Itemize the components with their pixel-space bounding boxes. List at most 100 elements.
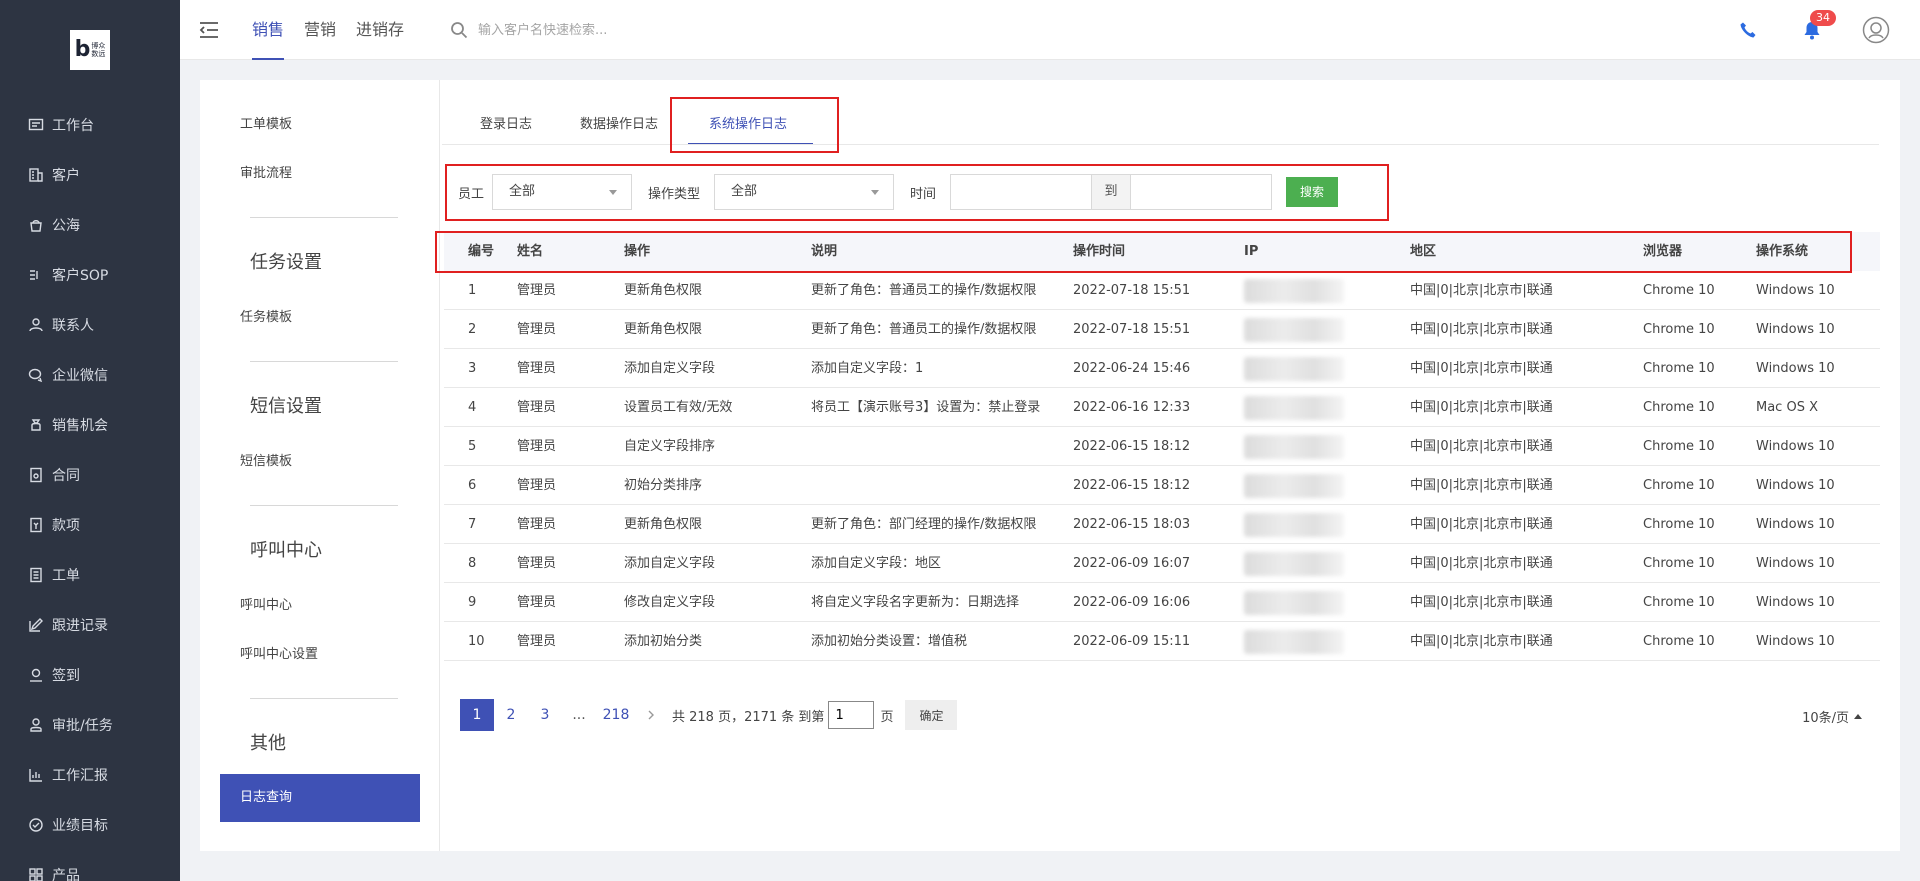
sidebar-item-label: 企业微信 <box>52 368 108 384</box>
sidebar-item-contact[interactable]: 联系人 <box>0 300 180 350</box>
page-ellipsis: ... <box>572 707 586 723</box>
cell-browser: Chrome 10 <box>1643 283 1715 298</box>
cell-browser: Chrome 10 <box>1643 322 1715 337</box>
subnav-item-approval-flow[interactable]: 审批流程 <box>240 162 292 181</box>
sidebar-item-target[interactable]: 业绩目标 <box>0 800 180 850</box>
cell-description: 添加初始分类设置：增值税 <box>811 634 968 649</box>
cell-os: Windows 10 <box>1756 517 1835 532</box>
tab-marketing[interactable]: 营销 <box>304 0 336 60</box>
subnav-section-call-center: 呼叫中心 <box>250 540 322 561</box>
tab-login-log[interactable]: 登录日志 <box>480 113 532 132</box>
cell-os: Windows 10 <box>1756 634 1835 649</box>
sidebar-item-followup[interactable]: 跟进记录 <box>0 600 180 650</box>
tab-data-operation-log[interactable]: 数据操作日志 <box>580 113 658 132</box>
sidebar-item-approval[interactable]: 审批/任务 <box>0 700 180 750</box>
sidebar-item-label: 客户SOP <box>52 268 109 284</box>
sidebar-item-wechat[interactable]: 企业微信 <box>0 350 180 400</box>
sidebar-item-label: 销售机会 <box>52 418 108 434</box>
redacted-ip <box>1244 279 1344 303</box>
cell-operation: 添加自定义字段 <box>624 556 716 571</box>
cell-name: 管理员 <box>517 595 557 610</box>
sidebar-item-report[interactable]: 工作汇报 <box>0 750 180 800</box>
user-avatar-icon[interactable] <box>1862 16 1890 44</box>
sidebar-item-label: 工单 <box>52 568 80 584</box>
pagination-summary: 共 218 页，2171 条 到第 <box>672 709 825 725</box>
sidebar-item-pool[interactable]: 公海 <box>0 200 180 250</box>
sidebar-item-workbench[interactable]: 工作台 <box>0 100 180 150</box>
contact-icon <box>29 318 43 332</box>
cell-description: 添加自定义字段：1 <box>811 361 924 376</box>
customer-search-input[interactable] <box>478 22 698 38</box>
sidebar-item-label: 签到 <box>52 668 80 684</box>
tab-sales[interactable]: 销售 <box>252 0 285 60</box>
page-size-select[interactable]: 10条/页 <box>1802 707 1862 726</box>
page-1-button[interactable]: 1 <box>460 699 494 731</box>
page-last-button[interactable]: 218 <box>596 699 636 731</box>
report-icon <box>29 769 42 782</box>
cell-name: 管理员 <box>517 439 557 454</box>
table-row: 7 管理员 更新角色权限 更新了角色：部门经理的操作/数据权限 2022-06-15 1… <box>444 505 1880 544</box>
cell-operation: 自定义字段排序 <box>624 439 716 454</box>
sidebar: b 博众 数远 工作台 客户 公海 客户SOP 联系人 企业微信 销售机会 合同… <box>0 0 180 881</box>
sidebar-nav: 工作台 客户 公海 客户SOP 联系人 企业微信 销售机会 合同 款项 工单 跟… <box>0 100 180 881</box>
subnav-item-task-template[interactable]: 任务模板 <box>240 306 292 325</box>
module-tabs: 销售 营销 进销存 <box>252 0 424 60</box>
pool-icon <box>30 220 42 232</box>
cell-name: 管理员 <box>517 283 557 298</box>
sidebar-item-customer[interactable]: 客户 <box>0 150 180 200</box>
subnav-section-sms: 短信设置 <box>250 396 322 417</box>
sidebar-item-product[interactable]: 产品 <box>0 850 180 881</box>
cell-operation: 设置员工有效/无效 <box>624 400 733 415</box>
sidebar-item-payment[interactable]: 款项 <box>0 500 180 550</box>
search-icon[interactable] <box>450 21 468 39</box>
phone-icon[interactable] <box>1734 16 1762 44</box>
sidebar-item-opportunity[interactable]: 销售机会 <box>0 400 180 450</box>
sidebar-item-ticket[interactable]: 工单 <box>0 550 180 600</box>
sidebar-item-label: 跟进记录 <box>52 618 108 634</box>
subnav-item-sms-template[interactable]: 短信模板 <box>240 450 292 469</box>
goto-page-input[interactable] <box>828 701 875 729</box>
tab-inventory[interactable]: 进销存 <box>356 0 404 60</box>
next-page-icon[interactable] <box>636 699 666 731</box>
subnav-item-call-center-settings[interactable]: 呼叫中心设置 <box>240 643 318 662</box>
table-row: 2 管理员 更新角色权限 更新了角色：普通员工的操作/数据权限 2022-07-18 1… <box>444 310 1880 349</box>
sidebar-item-sop[interactable]: 客户SOP <box>0 250 180 300</box>
redacted-ip <box>1244 318 1344 342</box>
sidebar-item-label: 联系人 <box>52 318 94 334</box>
dashboard-icon <box>28 118 44 131</box>
cell-os: Windows 10 <box>1756 361 1835 376</box>
cell-name: 管理员 <box>517 361 557 376</box>
cell-operation: 添加自定义字段 <box>624 361 716 376</box>
subnav-item-log-query[interactable]: 日志查询 <box>220 774 420 822</box>
cell-operation: 更新角色权限 <box>624 322 703 337</box>
sidebar-item-label: 款项 <box>52 518 80 534</box>
table-row: 3 管理员 添加自定义字段 添加自定义字段：1 2022-06-24 15:46 中国|0… <box>444 349 1880 388</box>
cell-region: 中国|0|北京|北京市|联通 <box>1410 361 1553 376</box>
subnav-item-call-center[interactable]: 呼叫中心 <box>240 594 292 613</box>
ticket-icon <box>30 567 42 583</box>
logo-letter: b <box>74 37 91 62</box>
subnav-item-ticket-template[interactable]: 工单模板 <box>240 113 292 132</box>
cell-name: 管理员 <box>517 400 557 415</box>
sidebar-item-label: 工作台 <box>52 118 94 134</box>
cell-region: 中国|0|北京|北京市|联通 <box>1410 400 1553 415</box>
menu-collapse-icon[interactable] <box>198 20 220 40</box>
sidebar-item-contract[interactable]: 合同 <box>0 450 180 500</box>
sidebar-item-checkin[interactable]: 签到 <box>0 650 180 700</box>
target-icon <box>29 818 43 832</box>
cell-id: 10 <box>468 634 485 649</box>
table-row: 4 管理员 设置员工有效/无效 将员工【演示账号3】设置为：禁止登录 2022-06-1… <box>444 388 1880 427</box>
goto-confirm-button[interactable]: 确定 <box>905 700 958 730</box>
page-2-button[interactable]: 2 <box>494 699 528 731</box>
cell-operation-time: 2022-07-18 15:51 <box>1073 283 1191 298</box>
cell-id: 9 <box>468 595 477 610</box>
page-unit-label: 页 <box>880 709 894 725</box>
notification-bell-icon[interactable]: 34 <box>1798 10 1836 44</box>
tabs-divider <box>442 144 1879 145</box>
table-row: 9 管理员 修改自定义字段 将自定义字段名字更新为：日期选择 2022-06-09 16… <box>444 583 1880 622</box>
page-3-button[interactable]: 3 <box>528 699 562 731</box>
app-logo[interactable]: b 博众 数远 <box>70 30 110 70</box>
cell-region: 中国|0|北京|北京市|联通 <box>1410 556 1553 571</box>
cell-operation-time: 2022-06-24 15:46 <box>1073 361 1191 376</box>
cell-operation-time: 2022-06-09 16:06 <box>1073 595 1191 610</box>
